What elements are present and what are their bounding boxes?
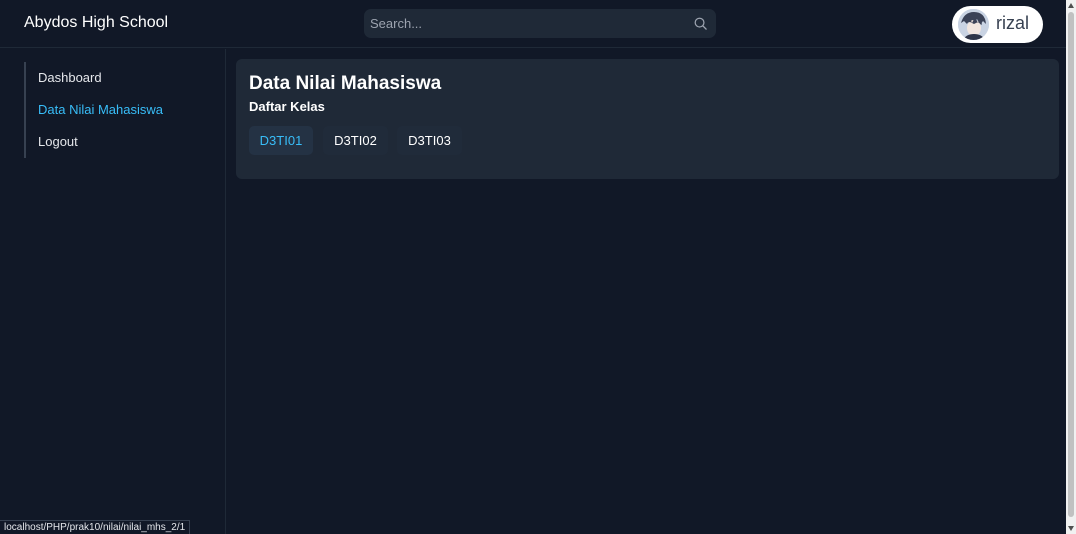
- user-menu-button[interactable]: rizal: [952, 6, 1043, 43]
- username: rizal: [996, 13, 1030, 33]
- class-button-d3ti02[interactable]: D3TI02: [323, 126, 388, 155]
- scroll-down-arrow-icon[interactable]: [1068, 526, 1074, 531]
- search-icon[interactable]: [693, 16, 708, 31]
- class-list-card: Data Nilai Mahasiswa Daftar Kelas D3TI01…: [236, 59, 1059, 179]
- scrollbar-thumb[interactable]: [1068, 12, 1074, 517]
- sidebar: Dashboard Data Nilai Mahasiswa Logout: [0, 49, 226, 534]
- sidebar-item-data-nilai-mahasiswa[interactable]: Data Nilai Mahasiswa: [26, 94, 204, 126]
- app: Abydos High School rizal: [0, 0, 1076, 534]
- class-button-d3ti01[interactable]: D3TI01: [249, 126, 313, 155]
- brand-title[interactable]: Abydos High School: [24, 14, 168, 32]
- page-title: Data Nilai Mahasiswa: [249, 73, 442, 94]
- scroll-up-arrow-icon[interactable]: [1068, 3, 1074, 8]
- section-subtitle: Daftar Kelas: [249, 99, 325, 114]
- vertical-scrollbar[interactable]: [1066, 0, 1076, 534]
- sidebar-item-logout[interactable]: Logout: [26, 126, 204, 158]
- sidebar-item-dashboard[interactable]: Dashboard: [26, 62, 204, 94]
- sidebar-nav: Dashboard Data Nilai Mahasiswa Logout: [24, 62, 204, 158]
- search-box[interactable]: [364, 9, 716, 38]
- status-bar-url: localhost/PHP/prak10/nilai/nilai_mhs_2/1: [0, 520, 191, 534]
- class-button-d3ti03[interactable]: D3TI03: [397, 126, 462, 155]
- search-input[interactable]: [364, 9, 684, 38]
- top-header: Abydos High School rizal: [0, 0, 1066, 48]
- avatar: [958, 9, 989, 40]
